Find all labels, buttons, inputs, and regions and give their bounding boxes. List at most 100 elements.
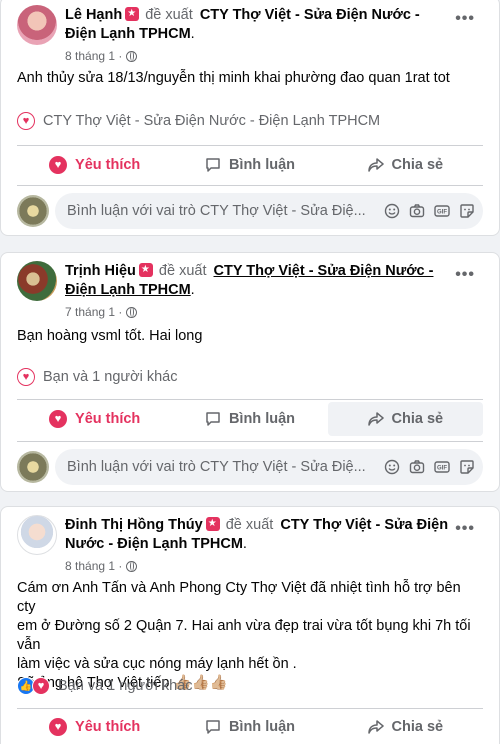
comment-composer: Bình luận với vai trò CTY Thợ Việt - Sửa…	[17, 193, 483, 229]
reaction-summary[interactable]: ♥ CTY Thợ Việt - Sửa Điện Nước - Điện Lạ…	[17, 112, 483, 130]
comment-button[interactable]: Bình luận	[172, 402, 327, 436]
recommend-badge-icon	[125, 7, 140, 21]
comment-composer: Bình luận với vai trò CTY Thợ Việt - Sửa…	[17, 449, 483, 485]
meta-separator: ·	[118, 305, 123, 319]
action-bar: ♥ Yêu thích Bình luận Chia sẻ	[17, 402, 483, 436]
divider	[17, 441, 483, 442]
comment-input[interactable]: Bình luận với vai trò CTY Thợ Việt - Sửa…	[55, 449, 483, 485]
post-time[interactable]: 8 tháng 1	[65, 557, 115, 576]
emoji-icon[interactable]	[384, 203, 400, 219]
comment-placeholder: Bình luận với vai trò CTY Thợ Việt - Sửa…	[67, 459, 366, 475]
share-button[interactable]: Chia sẻ	[328, 710, 483, 744]
camera-icon[interactable]	[409, 459, 425, 475]
share-label: Chia sẻ	[391, 719, 444, 735]
page-suffix: .	[190, 282, 195, 298]
post-text: Bạn hoàng vsml tốt. Hai long	[17, 328, 203, 344]
like-button[interactable]: ♥ Yêu thích	[17, 402, 172, 436]
author-avatar[interactable]	[17, 5, 57, 45]
divider	[17, 708, 483, 709]
comment-icon	[206, 158, 220, 172]
page-suffix: .	[242, 536, 247, 552]
author-name[interactable]: Lê Hạnh	[65, 7, 122, 23]
more-options-button[interactable]: •••	[455, 267, 475, 283]
like-button[interactable]: ♥ Yêu thích	[17, 148, 172, 182]
post-meta: 8 tháng 1 ·	[65, 557, 455, 576]
heart-icon: ♥	[49, 718, 68, 736]
post-time[interactable]: 8 tháng 1	[65, 47, 115, 66]
globe-icon	[126, 307, 138, 318]
post-card: Trịnh Hiệuđề xuất CTY Thợ Việt - Sửa Điệ…	[0, 252, 500, 492]
post-card: Đinh Thị Hồng Thúyđề xuất CTY Thợ Việt -…	[0, 506, 500, 744]
share-icon	[367, 158, 384, 172]
reaction-summary[interactable]: 👍 ♥ Bạn và 1 người khác	[17, 677, 483, 695]
heart-icon: ♥	[32, 677, 50, 695]
page-suffix: .	[190, 26, 195, 42]
reaction-summary[interactable]: ♥ Bạn và 1 người khác	[17, 368, 483, 386]
comment-button[interactable]: Bình luận	[172, 148, 327, 182]
post-text: Anh thủy sửa 18/13/nguyễn thị minh khai …	[17, 70, 450, 86]
heart-icon: ♥	[17, 368, 35, 386]
recommend-verb: đề xuất	[145, 7, 193, 23]
reaction-text: Bạn và 1 người khác	[43, 369, 178, 385]
share-icon	[367, 720, 384, 734]
heart-icon: ♥	[49, 410, 68, 428]
share-label: Chia sẻ	[391, 411, 444, 427]
divider	[17, 185, 483, 186]
share-button[interactable]: Chia sẻ	[328, 148, 483, 182]
comment-label: Bình luận	[228, 157, 296, 173]
post-text-line: em ở Đường số 2 Quận 7. Hai anh vừa đẹp …	[17, 618, 471, 653]
more-options-button[interactable]: •••	[455, 11, 475, 27]
author-avatar[interactable]	[17, 261, 57, 301]
comment-label: Bình luận	[228, 411, 296, 427]
comment-input[interactable]: Bình luận với vai trò CTY Thợ Việt - Sửa…	[55, 193, 483, 229]
author-name[interactable]: Trịnh Hiệu	[65, 263, 136, 279]
post-card: Lê Hạnh đề xuất CTY Thợ Việt - Sửa Điện N…	[0, 0, 500, 236]
comment-label: Bình luận	[228, 719, 296, 735]
share-button[interactable]: Chia sẻ	[327, 402, 483, 436]
post-text-line: Cám ơn Anh Tấn và Anh Phong Cty Thợ Việt…	[17, 580, 461, 615]
like-button[interactable]: ♥ Yêu thích	[17, 710, 172, 744]
post-text-line: làm việc và sửa cục nóng máy lạnh hết ồn…	[17, 656, 297, 672]
share-icon	[367, 412, 384, 426]
svg-text:GIF: GIF	[437, 210, 447, 216]
meta-separator: ·	[118, 559, 123, 573]
page-avatar[interactable]	[17, 195, 49, 227]
globe-icon	[126, 561, 138, 572]
divider	[17, 399, 483, 400]
recommend-verb: đề xuất	[225, 517, 274, 533]
svg-text:GIF: GIF	[437, 466, 447, 472]
divider	[17, 145, 483, 146]
camera-icon[interactable]	[409, 203, 425, 219]
sticker-icon[interactable]	[459, 203, 475, 219]
share-label: Chia sẻ	[391, 157, 444, 173]
like-label: Yêu thích	[75, 411, 141, 427]
comment-button[interactable]: Bình luận	[172, 710, 327, 744]
post-text: Cám ơn Anh Tấn và Anh Phong Cty Thợ Việt…	[17, 579, 483, 693]
post-meta: 8 tháng 1 ·	[65, 47, 455, 66]
like-label: Yêu thích	[75, 157, 141, 173]
emoji-icon[interactable]	[384, 459, 400, 475]
author-name[interactable]: Đinh Thị Hồng Thúy	[65, 517, 203, 533]
like-label: Yêu thích	[75, 719, 141, 735]
sticker-icon[interactable]	[459, 459, 475, 475]
heart-icon: ♥	[49, 156, 68, 174]
gif-icon[interactable]: GIF	[434, 459, 450, 475]
comment-icon	[206, 720, 220, 734]
action-bar: ♥ Yêu thích Bình luận Chia sẻ	[17, 710, 483, 744]
post-time[interactable]: 7 tháng 1	[65, 303, 115, 322]
meta-separator: ·	[118, 49, 123, 63]
reaction-text: CTY Thợ Việt - Sửa Điện Nước - Điện Lạnh…	[43, 113, 381, 129]
page-avatar[interactable]	[17, 451, 49, 483]
gif-icon[interactable]: GIF	[434, 203, 450, 219]
recommend-verb: đề xuất	[158, 263, 207, 279]
heart-icon: ♥	[17, 112, 35, 130]
more-options-button[interactable]: •••	[455, 521, 475, 537]
comment-placeholder: Bình luận với vai trò CTY Thợ Việt - Sửa…	[67, 203, 366, 219]
author-avatar[interactable]	[17, 515, 57, 555]
action-bar: ♥ Yêu thích Bình luận Chia sẻ	[17, 148, 483, 182]
post-meta: 7 tháng 1 ·	[65, 303, 455, 322]
comment-icon	[206, 412, 220, 426]
recommend-badge-icon	[138, 263, 153, 277]
reaction-text: Bạn và 1 người khác	[58, 678, 193, 694]
globe-icon	[126, 51, 138, 62]
